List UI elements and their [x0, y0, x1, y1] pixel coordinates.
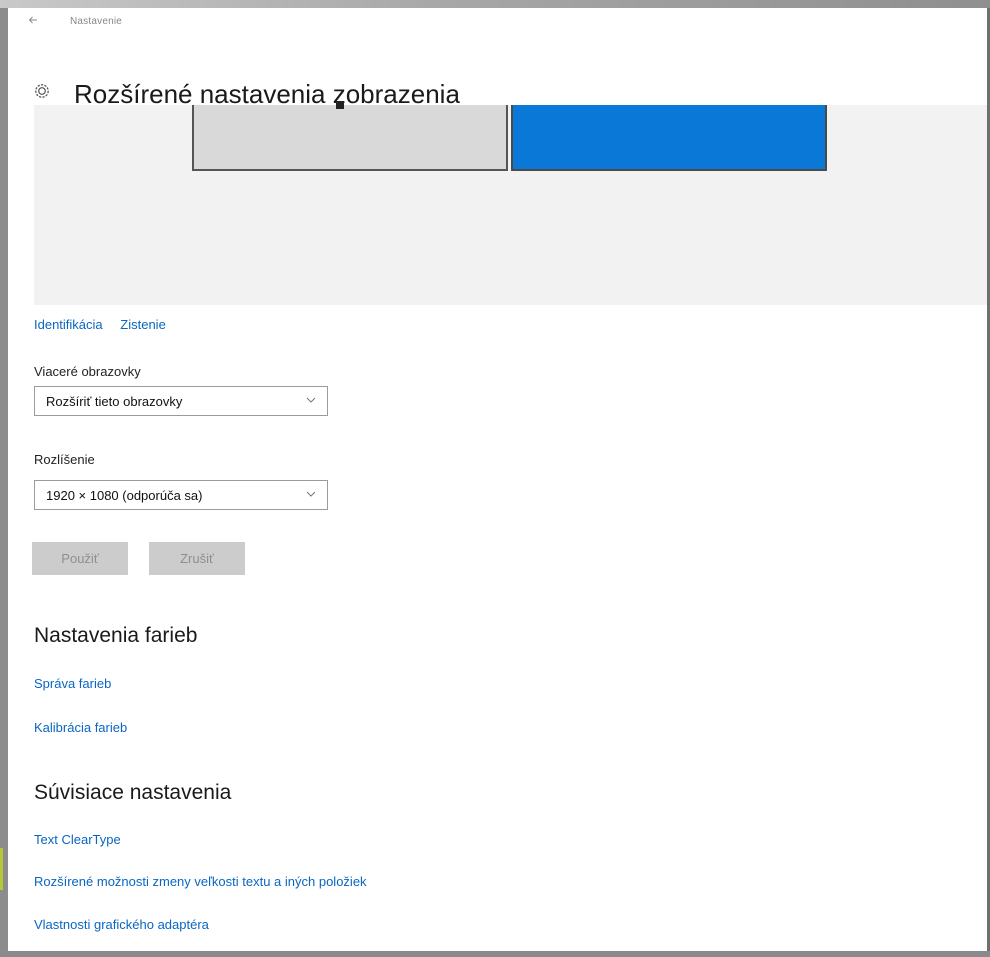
apply-button[interactable]: Použiť [32, 542, 128, 575]
display-arrangement-area [34, 101, 987, 305]
settings-window: Nastavenie Rozšírené nastavenia zobrazen… [8, 8, 987, 951]
identify-link[interactable]: Identifikácia [34, 317, 103, 332]
monitor-1-label [336, 101, 344, 109]
gear-icon [32, 81, 54, 103]
color-settings-heading: Nastavenia farieb [34, 624, 198, 647]
multiple-displays-dropdown[interactable]: Rozšíriť tieto obrazovky [34, 386, 328, 416]
multiple-displays-value: Rozšíriť tieto obrazovky [46, 394, 183, 409]
graphics-adapter-properties-link[interactable]: Vlastnosti grafického adaptéra [34, 917, 209, 932]
desktop-accent-mark [0, 848, 3, 890]
related-settings-heading: Súvisiace nastavenia [34, 781, 232, 804]
display-links-row: Identifikácia Zistenie [34, 317, 180, 332]
desktop-left-edge [0, 8, 8, 957]
detect-link[interactable]: Zistenie [120, 317, 166, 332]
desktop-top-edge [0, 0, 990, 8]
advanced-text-sizing-link[interactable]: Rozšírené možnosti zmeny veľkosti textu … [34, 874, 367, 889]
window-title: Nastavenie [70, 16, 123, 27]
cleartype-link[interactable]: Text ClearType [34, 832, 121, 847]
resolution-dropdown[interactable]: 1920 × 1080 (odporúča sa) [34, 480, 328, 510]
title-bar: Nastavenie [8, 8, 987, 38]
multiple-displays-label: Viaceré obrazovky [34, 364, 141, 379]
monitor-2[interactable] [511, 105, 827, 171]
color-calibration-link[interactable]: Kalibrácia farieb [34, 720, 127, 735]
color-management-link[interactable]: Správa farieb [34, 676, 111, 691]
desktop-bottom-edge [0, 951, 990, 957]
monitor-1[interactable] [192, 101, 508, 171]
resolution-label: Rozlíšenie [34, 452, 95, 467]
resolution-value: 1920 × 1080 (odporúča sa) [46, 488, 203, 503]
chevron-down-icon [305, 487, 317, 499]
back-button[interactable] [22, 11, 44, 31]
chevron-down-icon [305, 393, 317, 405]
back-arrow-icon [28, 14, 38, 28]
cancel-button[interactable]: Zrušiť [149, 542, 245, 575]
